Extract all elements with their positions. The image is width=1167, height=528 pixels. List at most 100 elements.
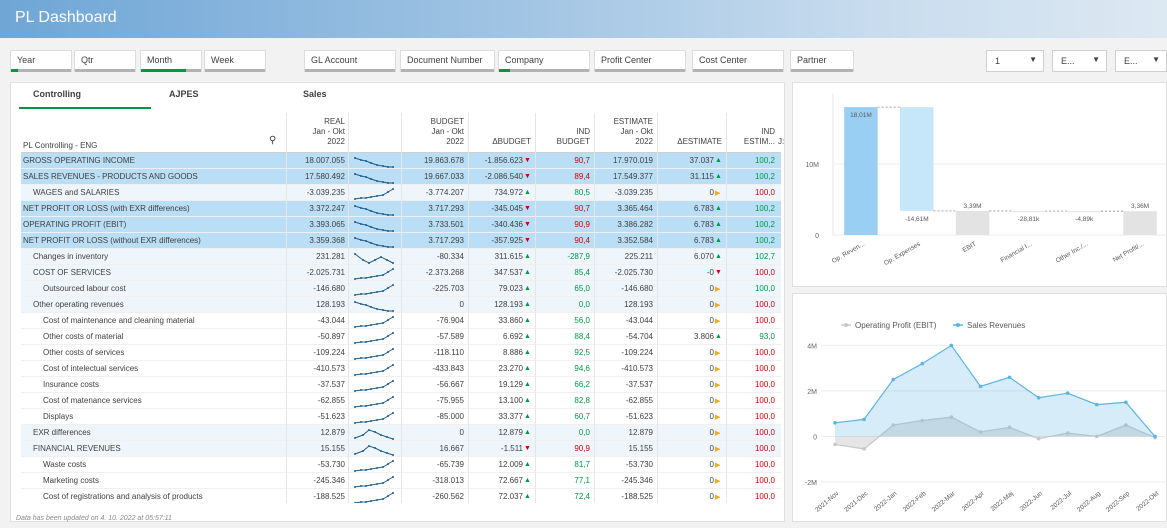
column-divider [535, 281, 536, 297]
table-row[interactable]: EXR differences 12.879 0 12.879 ▲ 0,0 12.879 0 ▶… [21, 425, 781, 441]
cell-budget: 16.667 [439, 444, 464, 453]
filter-month[interactable]: Month [140, 50, 202, 72]
arrow-up-icon: ▲ [524, 477, 531, 484]
table-row[interactable]: Cost of registrations and analysis of pr… [21, 489, 781, 503]
table-row[interactable]: Other costs of material -50.897 -57.589 6.6… [21, 329, 781, 345]
column-divider [657, 441, 658, 457]
selector-1[interactable]: 1 ▼ [986, 50, 1044, 72]
filter-gl-account[interactable]: GL Account [304, 50, 396, 72]
x-tick-label: EBIT [962, 241, 978, 254]
filter-year[interactable]: Year [10, 50, 72, 72]
table-row[interactable]: Changes in inventory 231.281 -80.334 311.61… [21, 249, 781, 265]
column-divider [468, 329, 469, 345]
cell-ind-budget: 56,0 [574, 316, 590, 325]
table-row[interactable]: Marketing costs -245.346 -318.013 72.667 ▲ 77… [21, 473, 781, 489]
col-real[interactable]: REAL Jan - Okt 2022 [289, 117, 345, 147]
filter-week[interactable]: Week [204, 50, 266, 72]
cell-ind-budget: 77,1 [574, 476, 590, 485]
cell-delta-estimate: 0 [709, 364, 714, 373]
cell-ind-estimate: 100,0 [754, 412, 775, 421]
table-row[interactable]: Cost of intelectual services -410.573 -433… [21, 361, 781, 377]
sparkline [354, 364, 394, 376]
table-row[interactable]: Insurance costs -37.537 -56.667 19.129 ▲ 66,2… [21, 377, 781, 393]
filter-cost-center[interactable]: Cost Center [692, 50, 784, 72]
table-row[interactable]: WAGES and SALARIES -3.039.235 -3.774.207 73… [21, 185, 781, 201]
cell-delta-estimate: 0 [709, 300, 714, 309]
data-point [949, 343, 954, 348]
cell-delta-estimate: 0 [709, 412, 714, 421]
cell-ind-estimate: 100,0 [754, 428, 775, 437]
table-row[interactable]: Displays -51.623 -85.000 33.377 ▲ 60,7 -51.623… [21, 409, 781, 425]
column-divider [468, 345, 469, 361]
table-row[interactable]: NET PROFIT OR LOSS (without EXR differen… [21, 233, 781, 249]
row-label: NET PROFIT OR LOSS (with EXR differences… [23, 204, 190, 213]
col-estimate[interactable]: ESTIMATE Jan - Okt 2022 [597, 117, 653, 147]
column-divider [726, 313, 727, 329]
table-row[interactable]: Waste costs -53.730 -65.739 12.009 ▲ 81,7 -53.… [21, 457, 781, 473]
search-icon[interactable]: ⚲ [269, 136, 276, 146]
active-tab-indicator [19, 107, 151, 109]
cell-delta-estimate: 37.037 [689, 156, 714, 165]
table-row[interactable]: GROSS OPERATING INCOME 18.007.055 19.863.6… [21, 153, 781, 169]
col-delta-estimate[interactable]: ΔESTIMATE [660, 137, 722, 147]
tab-ajpes[interactable]: AJPES [169, 89, 199, 99]
y-tick-label: 0 [815, 233, 819, 240]
col-ind-estimate[interactable]: IND ESTIM... [729, 127, 775, 147]
cell-ind-estimate: 100,0 [754, 268, 775, 277]
filter-company[interactable]: Company [498, 50, 590, 72]
table-row[interactable]: Cost of matenance services -62.855 -75.955… [21, 393, 781, 409]
y-tick-label: 0 [813, 434, 817, 441]
table-row[interactable]: FINANCIAL REVENUES 15.155 16.667 -1.511 ▼ 90,… [21, 441, 781, 457]
update-timestamp: Data has been updated on 4. 10. 2022 at … [16, 515, 172, 522]
column-divider [286, 233, 287, 249]
cell-ind-estimate: 100,2 [754, 236, 775, 245]
column-divider [401, 233, 402, 249]
column-divider [401, 313, 402, 329]
column-divider [286, 457, 287, 473]
column-divider [286, 489, 287, 503]
column-divider [401, 153, 402, 169]
data-point [978, 384, 983, 389]
table-row[interactable]: Other costs of services -109.224 -118.110 8… [21, 345, 781, 361]
column-divider [594, 265, 595, 281]
filter-label: Profit Center [601, 55, 652, 65]
cell-ind-budget: 90,7 [574, 156, 590, 165]
table-row[interactable]: Outsourced labour cost -146.680 -225.703 79… [21, 281, 781, 297]
row-label: Insurance costs [43, 380, 100, 389]
filter-partner[interactable]: Partner [790, 50, 854, 72]
cell-budget: 3.733.501 [428, 220, 464, 229]
x-tick-label: 2022-Apr [961, 490, 987, 513]
col-delta-budget[interactable]: ΔBUDGET [471, 137, 531, 147]
tab-controlling[interactable]: Controlling [33, 89, 81, 99]
arrow-up-icon: ▲ [524, 269, 531, 276]
sparkline [354, 476, 394, 488]
sparkline [354, 188, 394, 200]
column-divider [286, 393, 287, 409]
table-row[interactable]: OPERATING PROFIT (EBIT) 3.393.065 3.733.50… [21, 217, 781, 233]
col-budget[interactable]: BUDGET Jan - Okt 2022 [404, 117, 464, 147]
column-divider [468, 441, 469, 457]
cell-delta-estimate: 0 [709, 316, 714, 325]
y-tick-label: 2M [807, 389, 817, 396]
column-divider [348, 425, 349, 441]
filter-qtr[interactable]: Qtr [74, 50, 136, 72]
x-tick-label: Other Inc./... [1055, 241, 1090, 265]
arrow-up-icon: ▲ [524, 429, 531, 436]
filter-profit-center[interactable]: Profit Center [594, 50, 686, 72]
data-point [1153, 434, 1157, 439]
selector-2[interactable]: E... ▼ [1052, 50, 1107, 72]
table-row[interactable]: Cost of maintenance and cleaning materia… [21, 313, 781, 329]
table-row[interactable]: Other operating revenues 128.193 0 128.193 ▲… [21, 297, 781, 313]
filter-document-number[interactable]: Document Number [400, 50, 495, 72]
table-row[interactable]: NET PROFIT OR LOSS (with EXR differences… [21, 201, 781, 217]
column-divider [726, 393, 727, 409]
col-ind-budget[interactable]: IND BUDGET [538, 127, 590, 147]
cell-estimate: -53.730 [625, 460, 653, 469]
table-row[interactable]: COST OF SERVICES -2.025.731 -2.373.268 347.… [21, 265, 781, 281]
tab-sales[interactable]: Sales [303, 89, 327, 99]
cell-estimate: 3.352.584 [617, 236, 653, 245]
table-row[interactable]: SALES REVENUES - PRODUCTS AND GOODS 17.58… [21, 169, 781, 185]
selector-3[interactable]: E... ▼ [1115, 50, 1167, 72]
sparkline [354, 221, 394, 232]
column-divider [535, 457, 536, 473]
